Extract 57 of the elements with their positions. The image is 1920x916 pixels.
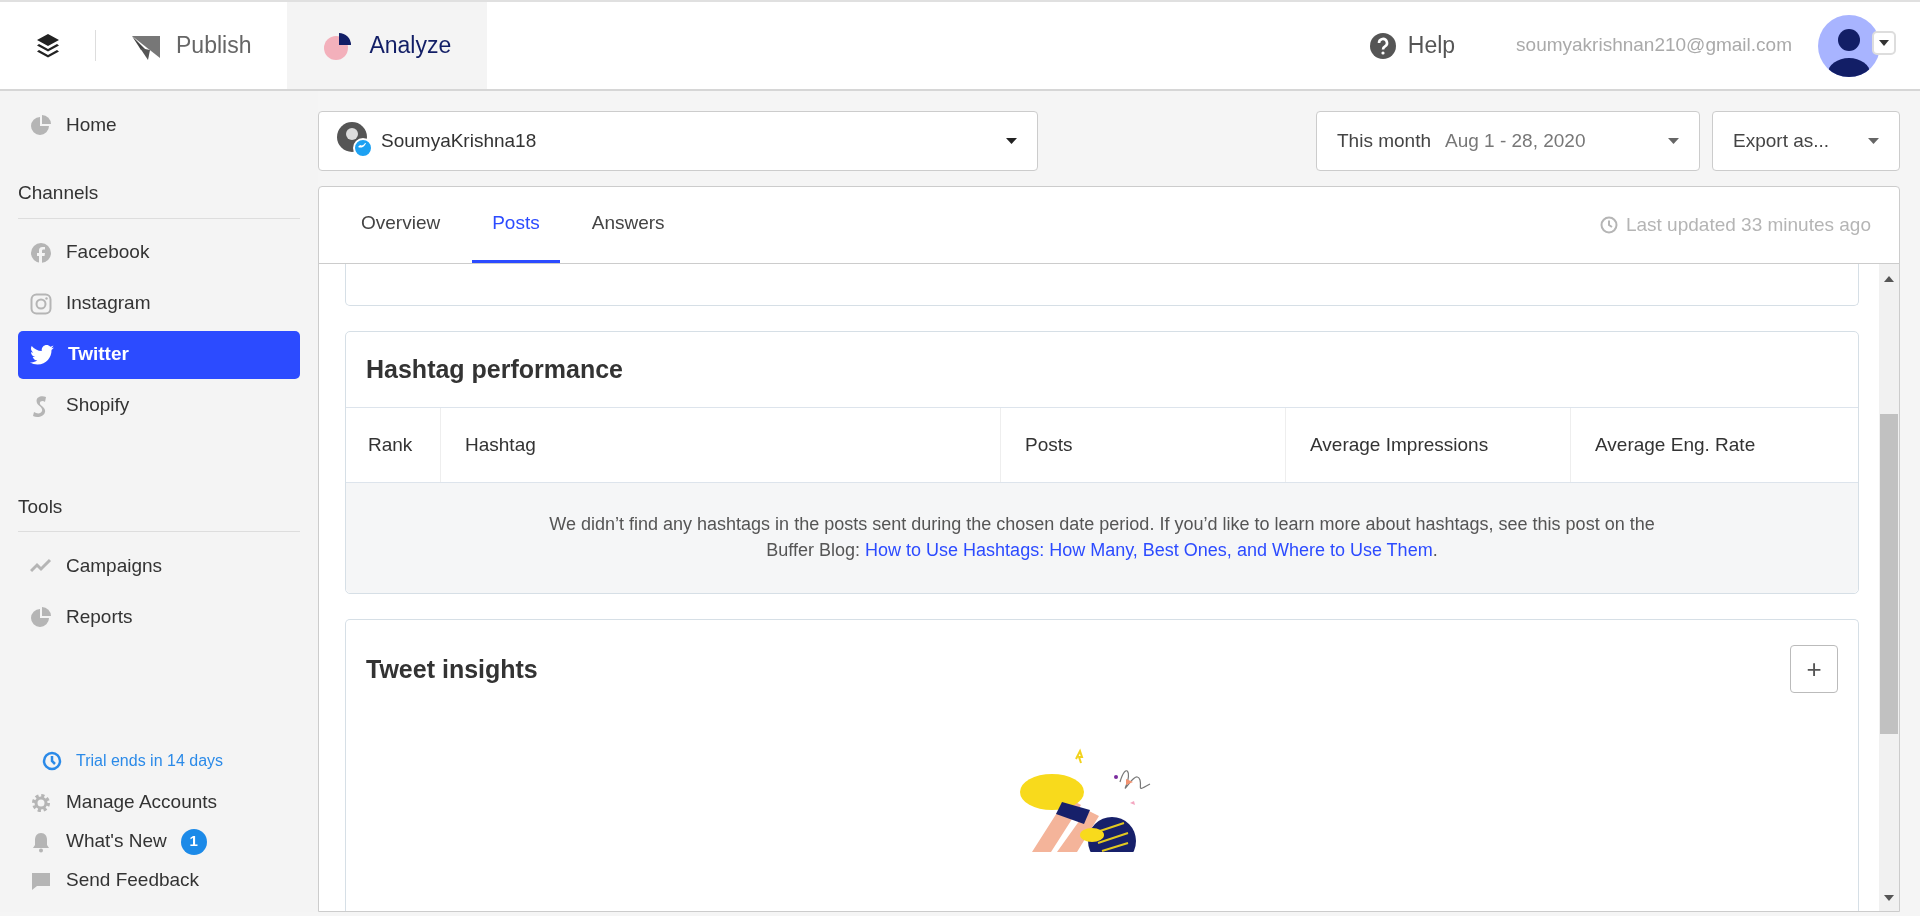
profile-selector[interactable]: SoumyaKrishna18 xyxy=(318,111,1038,171)
scroll-down-icon[interactable] xyxy=(1884,895,1894,903)
last-updated-text: Last updated 33 minutes ago xyxy=(1599,187,1899,263)
nav-tab[interactable]: Publish xyxy=(96,2,288,89)
settings-icon xyxy=(30,791,52,814)
tab[interactable]: Answers xyxy=(571,187,685,263)
sidebar-item[interactable]: Shopify xyxy=(18,381,300,430)
caret-icon xyxy=(1668,138,1679,144)
sidebar-item[interactable]: Manage Accounts xyxy=(18,783,300,822)
scrollbar[interactable] xyxy=(1879,264,1899,911)
nav-tab[interactable]: Analyze xyxy=(287,2,488,89)
sidebar-item[interactable]: Send Feedback xyxy=(18,861,300,900)
avatar-icon[interactable] xyxy=(1818,14,1880,77)
bell-icon xyxy=(30,830,52,853)
date-range-dropdown[interactable]: This month Aug 1 - 28, 2020 xyxy=(1316,111,1700,171)
profile-avatar-icon xyxy=(337,122,373,158)
card-title: Tweet insights xyxy=(366,654,538,685)
column-header[interactable]: Posts xyxy=(1001,408,1286,482)
sidebar-item[interactable]: Home xyxy=(18,101,300,149)
layers-logo-icon[interactable] xyxy=(36,33,59,58)
help-icon xyxy=(1369,32,1396,59)
profile-name: SoumyaKrishna18 xyxy=(381,128,538,153)
caret-icon xyxy=(1879,39,1889,46)
pie-chart-icon xyxy=(30,114,52,136)
column-header[interactable]: Hashtag xyxy=(441,408,1001,482)
card-title: Hashtag performance xyxy=(366,354,625,384)
sidebar-item[interactable]: Campaigns xyxy=(18,542,300,590)
column-header[interactable]: Average Eng. Rate xyxy=(1571,408,1858,482)
caret-icon xyxy=(1006,138,1017,144)
tab[interactable]: Overview xyxy=(341,187,461,263)
sidebar-heading: Channels xyxy=(18,163,300,219)
account-email: soumyakrishnan210@gmail.com xyxy=(1515,33,1793,58)
pie-chart-icon xyxy=(323,30,354,61)
sidebar-item[interactable]: What's New 1 xyxy=(18,822,300,861)
blog-link[interactable]: How to Use Hashtags: How Many, Best Ones, and Where to Use Them xyxy=(865,540,1433,561)
export-dropdown[interactable]: Export as... xyxy=(1712,111,1900,171)
scroll-up-icon[interactable] xyxy=(1884,276,1894,284)
column-header[interactable]: Rank xyxy=(346,408,441,482)
clock-icon xyxy=(1599,216,1618,234)
sidebar-item[interactable]: Twitter xyxy=(18,330,300,379)
add-button[interactable]: + xyxy=(1790,645,1838,694)
bird-icon xyxy=(30,344,54,365)
sidebar-item[interactable]: Facebook xyxy=(18,228,300,277)
sidebar-heading: Tools xyxy=(18,476,300,532)
clock-icon xyxy=(42,751,62,771)
pie-chart-icon xyxy=(30,606,52,628)
help-link[interactable]: Help xyxy=(1333,28,1492,63)
instagram-icon xyxy=(30,292,52,315)
sidebar-item[interactable]: Reports xyxy=(18,593,300,641)
account-menu-button[interactable] xyxy=(1872,30,1896,55)
column-header[interactable]: Average Impressions xyxy=(1286,408,1571,482)
caret-icon xyxy=(1868,138,1879,144)
sidebar-item[interactable]: Instagram xyxy=(18,279,300,328)
empty-state-message: We didn’t find any hashtags in the posts sent during the chosen date period. If you’d like to learn more about hashtags, see this post on the Buffer Blog: How to Use Hashtags: How Many, Best Ones, and Where to Use Them. xyxy=(549,514,1655,561)
notification-count: 1 xyxy=(180,828,207,855)
scrollbar-thumb[interactable] xyxy=(1880,414,1898,734)
facebook-icon xyxy=(30,241,52,264)
